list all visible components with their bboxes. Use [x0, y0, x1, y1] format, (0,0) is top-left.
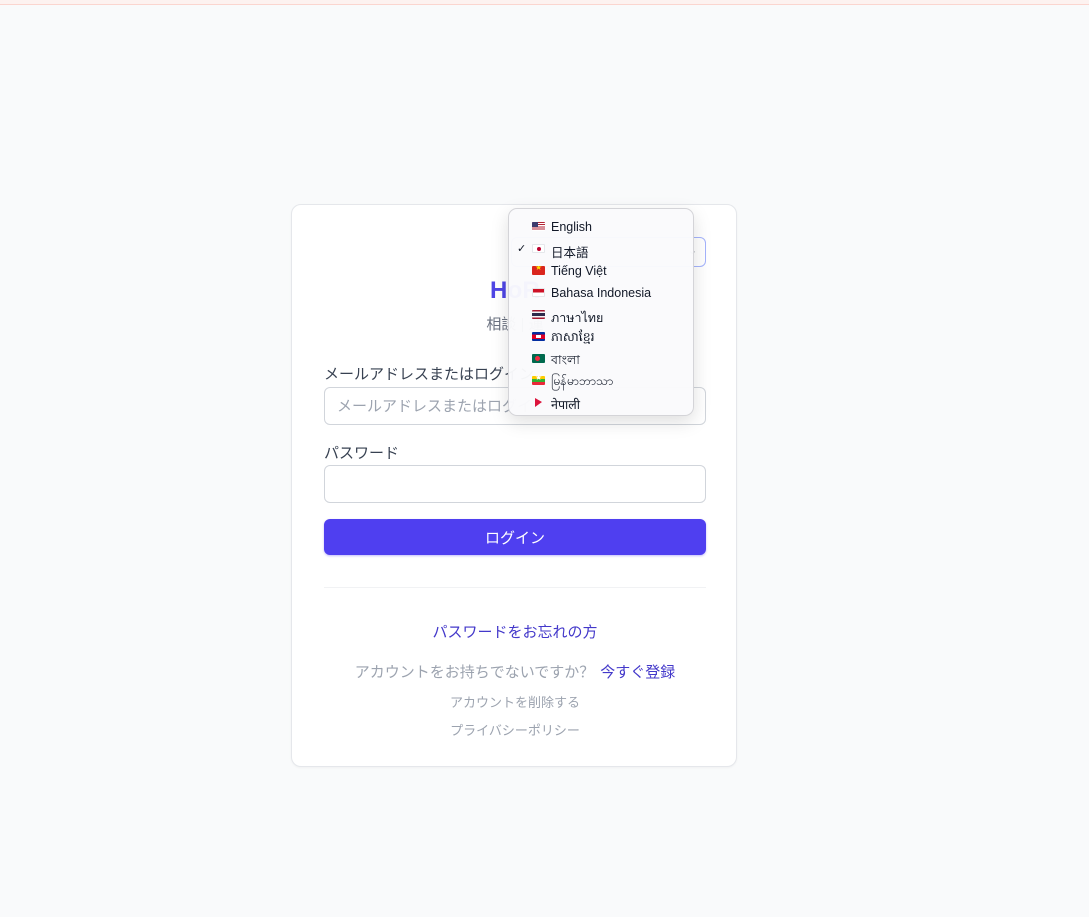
register-row: アカウントをお持ちでないですか？ 今すぐ登録: [292, 661, 738, 682]
language-option-vietnamese[interactable]: Tiếng Việt: [509, 260, 693, 282]
password-field[interactable]: [324, 465, 706, 503]
bd-flag-icon: [532, 354, 545, 363]
vn-flag-icon: [532, 266, 545, 275]
language-option-khmer[interactable]: ភាសាខ្មែរ: [509, 326, 693, 348]
register-now-link[interactable]: 今すぐ登録: [600, 664, 675, 681]
language-option-english[interactable]: English: [509, 216, 693, 238]
id-flag-icon: [532, 288, 545, 297]
kh-flag-icon: [532, 332, 545, 341]
th-flag-icon: [532, 310, 545, 319]
password-label: パスワード: [324, 445, 400, 462]
us-flag-icon: [532, 222, 545, 231]
email-label: メールアドレスまたはログイン: [324, 366, 535, 383]
language-option-label: বাংলা: [551, 353, 580, 367]
mm-flag-icon: [532, 376, 545, 385]
language-option-label: ភាសាខ្មែរ: [551, 330, 595, 344]
language-option-label: नेपाली: [551, 398, 580, 412]
language-option-thai[interactable]: ภาษาไทย: [509, 304, 693, 326]
delete-account-link[interactable]: アカウントを削除する: [292, 692, 738, 711]
top-banner-strip: [0, 0, 1089, 5]
no-account-text: アカウントをお持ちでないですか？: [354, 664, 595, 681]
language-menu: English ✓ 日本語 Tiếng Việt Bahasa Indonesi…: [508, 208, 694, 416]
privacy-policy-link[interactable]: プライバシーポリシー: [292, 720, 738, 739]
login-button[interactable]: ログイン: [324, 519, 706, 555]
language-option-label: မြန်မာဘာသာ: [551, 374, 614, 388]
language-option-japanese[interactable]: ✓ 日本語: [509, 238, 693, 260]
np-flag-icon: [532, 398, 545, 407]
language-option-bengali[interactable]: বাংলা: [509, 348, 693, 370]
language-option-nepali[interactable]: नेपाली: [509, 392, 693, 414]
language-option-label: English: [551, 220, 592, 234]
language-option-label: Tiếng Việt: [551, 264, 607, 278]
language-option-label: 日本語: [551, 246, 589, 260]
forgot-password-link[interactable]: パスワードをお忘れの方: [292, 621, 738, 642]
check-icon: ✓: [517, 243, 527, 255]
divider: [324, 587, 706, 588]
jp-flag-icon: [532, 244, 545, 253]
language-option-indonesian[interactable]: Bahasa Indonesia: [509, 282, 693, 304]
language-option-label: Bahasa Indonesia: [551, 286, 652, 300]
language-option-burmese[interactable]: မြန်မာဘာသာ: [509, 370, 693, 392]
language-option-label: ภาษาไทย: [551, 311, 604, 325]
